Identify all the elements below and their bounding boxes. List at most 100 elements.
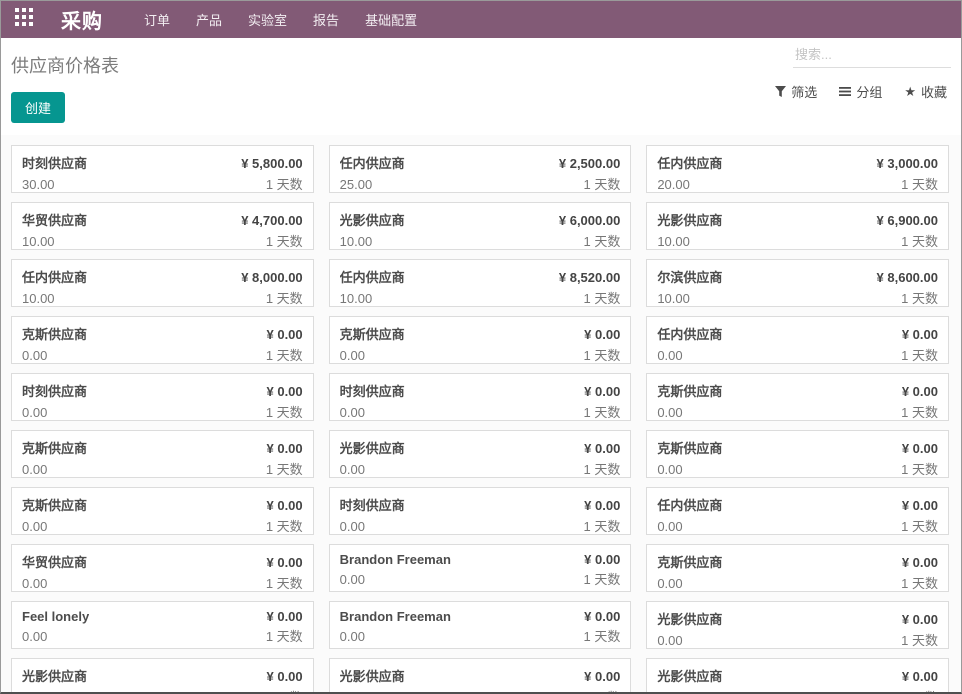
- kanban-card[interactable]: 光影供应商 ¥ 6,000.00 10.00 1 天数: [329, 202, 632, 250]
- kanban-card[interactable]: 时刻供应商 ¥ 5,800.00 30.00 1 天数: [11, 145, 314, 193]
- kanban-card[interactable]: 光影供应商 ¥ 0.00 0.00 1 天数: [646, 601, 949, 649]
- kanban-card[interactable]: 光影供应商 ¥ 0.00 0.00 1 天数: [11, 658, 314, 692]
- kanban-view: 时刻供应商 ¥ 5,800.00 30.00 1 天数 任内供应商 ¥ 2,50…: [1, 135, 961, 692]
- delivery-delay: 1 天数: [583, 569, 620, 588]
- price-value: ¥ 4,700.00: [241, 213, 302, 228]
- delivery-delay: 1 天数: [266, 288, 303, 307]
- price-value: ¥ 0.00: [267, 441, 303, 456]
- favorites-button[interactable]: ★ 收藏: [904, 82, 947, 101]
- min-quantity: 10.00: [657, 291, 690, 306]
- kanban-card[interactable]: 任内供应商 ¥ 0.00 0.00 1 天数: [646, 487, 949, 535]
- vendor-name: 时刻供应商: [340, 381, 405, 400]
- kanban-card[interactable]: 克斯供应商 ¥ 0.00 0.00 1 天数: [11, 316, 314, 364]
- min-quantity: 0.00: [340, 572, 365, 587]
- kanban-card[interactable]: 时刻供应商 ¥ 0.00 0.00 1 天数: [329, 373, 632, 421]
- top-menu-item[interactable]: 订单: [131, 1, 183, 38]
- price-value: ¥ 0.00: [267, 384, 303, 399]
- price-value: ¥ 0.00: [267, 555, 303, 570]
- delivery-delay: 1 天数: [901, 174, 938, 193]
- price-value: ¥ 8,600.00: [877, 270, 938, 285]
- app-title[interactable]: 采购: [61, 5, 103, 34]
- kanban-card[interactable]: 任内供应商 ¥ 0.00 0.00 1 天数: [646, 316, 949, 364]
- vendor-name: 克斯供应商: [340, 324, 405, 343]
- delivery-delay: 1 天数: [266, 174, 303, 193]
- min-quantity: 0.00: [657, 462, 682, 477]
- kanban-card[interactable]: 华贸供应商 ¥ 4,700.00 10.00 1 天数: [11, 202, 314, 250]
- top-menu-item[interactable]: 报告: [300, 1, 352, 38]
- vendor-name: 尔滨供应商: [657, 267, 722, 286]
- kanban-card[interactable]: 任内供应商 ¥ 2,500.00 25.00 1 天数: [329, 145, 632, 193]
- vendor-name: 任内供应商: [340, 153, 405, 172]
- kanban-card[interactable]: Brandon Freeman ¥ 0.00 0.00 1 天数: [329, 544, 632, 592]
- filters-button[interactable]: 筛选: [775, 82, 817, 101]
- vendor-name: 光影供应商: [340, 210, 405, 229]
- create-button[interactable]: 创建: [11, 92, 65, 123]
- vendor-name: 克斯供应商: [22, 324, 87, 343]
- min-quantity: 10.00: [22, 234, 55, 249]
- delivery-delay: 1 天数: [583, 174, 620, 193]
- delivery-delay: 1 天数: [583, 626, 620, 645]
- group-by-button[interactable]: 分组: [839, 82, 882, 101]
- kanban-card[interactable]: 光影供应商 ¥ 0.00 0.00 1 天数: [646, 658, 949, 692]
- kanban-card[interactable]: 时刻供应商 ¥ 0.00 0.00 1 天数: [11, 373, 314, 421]
- delivery-delay: 1 天数: [901, 516, 938, 535]
- kanban-card[interactable]: Brandon Freeman ¥ 0.00 0.00 1 天数: [329, 601, 632, 649]
- apps-menu-button[interactable]: [1, 8, 47, 31]
- delivery-delay: 1 天数: [266, 345, 303, 364]
- kanban-card[interactable]: 克斯供应商 ¥ 0.00 0.00 1 天数: [329, 316, 632, 364]
- kanban-card[interactable]: 时刻供应商 ¥ 0.00 0.00 1 天数: [329, 487, 632, 535]
- vendor-name: 任内供应商: [657, 324, 722, 343]
- vendor-name: 时刻供应商: [22, 153, 87, 172]
- price-value: ¥ 2,500.00: [559, 156, 620, 171]
- kanban-card[interactable]: 尔滨供应商 ¥ 8,600.00 10.00 1 天数: [646, 259, 949, 307]
- top-menu-item[interactable]: 实验室: [235, 1, 300, 38]
- kanban-card[interactable]: 华贸供应商 ¥ 0.00 0.00 1 天数: [11, 544, 314, 592]
- delivery-delay: 1 天数: [583, 402, 620, 421]
- kanban-card[interactable]: 任内供应商 ¥ 8,520.00 10.00 1 天数: [329, 259, 632, 307]
- kanban-card[interactable]: 克斯供应商 ¥ 0.00 0.00 1 天数: [646, 430, 949, 478]
- min-quantity: 10.00: [22, 291, 55, 306]
- kanban-card[interactable]: 光影供应商 ¥ 0.00 0.00 1 天数: [329, 430, 632, 478]
- search-input[interactable]: [793, 44, 951, 68]
- delivery-delay: 1 天数: [901, 345, 938, 364]
- kanban-card[interactable]: 任内供应商 ¥ 8,000.00 10.00 1 天数: [11, 259, 314, 307]
- kanban-card[interactable]: Feel lonely ¥ 0.00 0.00 1 天数: [11, 601, 314, 649]
- min-quantity: 0.00: [657, 690, 682, 692]
- vendor-name: 光影供应商: [340, 438, 405, 457]
- vendor-name: 光影供应商: [340, 666, 405, 685]
- price-value: ¥ 0.00: [902, 384, 938, 399]
- vendor-name: 任内供应商: [657, 153, 722, 172]
- search-area: [793, 44, 951, 68]
- delivery-delay: 1 天数: [266, 687, 303, 692]
- delivery-delay: 1 天数: [583, 516, 620, 535]
- min-quantity: 0.00: [340, 462, 365, 477]
- min-quantity: 0.00: [657, 633, 682, 648]
- kanban-card[interactable]: 光影供应商 ¥ 0.00 0.00 1 天数: [329, 658, 632, 692]
- kanban-card[interactable]: 克斯供应商 ¥ 0.00 0.00 1 天数: [646, 544, 949, 592]
- app-window: 采购 订单 产品 实验室 报告 基础配置 供应商价格表 创建: [0, 0, 962, 694]
- delivery-delay: 1 天数: [266, 573, 303, 592]
- min-quantity: 30.00: [22, 177, 55, 192]
- min-quantity: 0.00: [22, 519, 47, 534]
- delivery-delay: 1 天数: [266, 459, 303, 478]
- search-options-bar: 筛选 分组 ★ 收藏: [775, 82, 947, 101]
- top-menu-item[interactable]: 产品: [183, 1, 235, 38]
- kanban-card[interactable]: 克斯供应商 ¥ 0.00 0.00 1 天数: [646, 373, 949, 421]
- price-value: ¥ 0.00: [267, 327, 303, 342]
- vendor-name: 时刻供应商: [22, 381, 87, 400]
- kanban-card[interactable]: 光影供应商 ¥ 6,900.00 10.00 1 天数: [646, 202, 949, 250]
- vendor-name: 光影供应商: [657, 609, 722, 628]
- kanban-card[interactable]: 克斯供应商 ¥ 0.00 0.00 1 天数: [11, 430, 314, 478]
- kanban-card[interactable]: 任内供应商 ¥ 3,000.00 20.00 1 天数: [646, 145, 949, 193]
- min-quantity: 0.00: [340, 348, 365, 363]
- delivery-delay: 1 天数: [583, 288, 620, 307]
- min-quantity: 10.00: [340, 234, 373, 249]
- price-value: ¥ 5,800.00: [241, 156, 302, 171]
- delivery-delay: 1 天数: [266, 231, 303, 250]
- kanban-card[interactable]: 克斯供应商 ¥ 0.00 0.00 1 天数: [11, 487, 314, 535]
- delivery-delay: 1 天数: [901, 459, 938, 478]
- vendor-name: Brandon Freeman: [340, 552, 451, 567]
- top-menu-item[interactable]: 基础配置: [352, 1, 430, 38]
- min-quantity: 0.00: [22, 576, 47, 591]
- price-value: ¥ 0.00: [902, 498, 938, 513]
